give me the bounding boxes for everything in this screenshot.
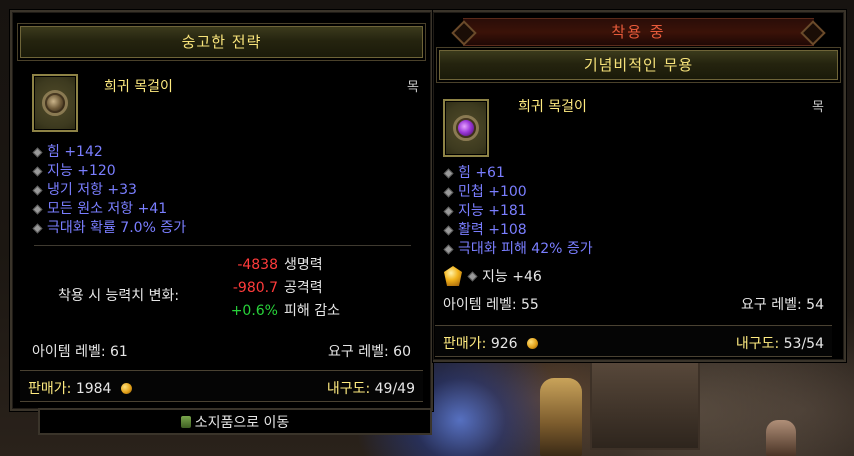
item-stats-list: 힘 +61 민첩 +100 지능 +181 활력 +108 극대화 피해 42%… (443, 164, 593, 259)
stat-line: 민첩 +100 (443, 183, 593, 202)
bullet-icon (32, 204, 43, 215)
topaz-gem-icon (444, 266, 462, 286)
equipped-label: 착용 중 (463, 18, 814, 46)
divider (34, 245, 411, 246)
world-character (540, 378, 582, 456)
tooltip-footer: 판매가: 926 내구도: 53/54 (435, 325, 832, 357)
necklace-icon (443, 99, 489, 157)
required-level: 요구 레벨: 54 (741, 297, 824, 313)
bullet-icon (32, 223, 43, 234)
stat-change-life: -4838 생명력 (237, 257, 323, 273)
item-title-header: 기념비적인 무용 (439, 50, 838, 80)
world-chest (590, 355, 700, 450)
stat-line: 활력 +108 (443, 221, 593, 240)
backpack-icon (180, 415, 191, 428)
sell-price: 판매가: 1984 (28, 378, 132, 398)
item-type-name: 희귀 목걸이 (104, 79, 173, 95)
item-slot: 목 (812, 100, 824, 115)
stat-line: 힘 +142 (32, 143, 186, 162)
stat-change-damage: -980.7 공격력 (232, 280, 323, 296)
bullet-icon (443, 187, 454, 198)
item-title-header: 숭고한 전략 (20, 26, 423, 58)
move-to-inventory-button[interactable]: 소지품으로 이동 (38, 408, 432, 435)
item-level: 아이템 레벨: 61 (32, 344, 128, 360)
bullet-icon (443, 206, 454, 217)
stat-line: 지능 +181 (443, 202, 593, 221)
world-npc (766, 420, 796, 456)
move-to-inventory-label: 소지품으로 이동 (194, 414, 290, 431)
stat-line: 힘 +61 (443, 164, 593, 183)
durability: 내구도: 53/54 (735, 336, 824, 352)
necklace-icon (32, 74, 78, 132)
stat-change-list: -4838 생명력 -980.7 공격력 +0.6% 피해 감소 (220, 254, 340, 323)
gold-coin-icon (527, 338, 538, 349)
item-tooltip-hovered: 숭고한 전략 희귀 목걸이 목 힘 +142 지능 +120 냉기 저항 +33… (10, 10, 433, 411)
item-stats-list: 힘 +142 지능 +120 냉기 저항 +33 모든 원소 저항 +41 극대… (32, 143, 186, 238)
durability: 내구도: 49/49 (326, 381, 415, 397)
socket-gem-row: 지능 +46 (443, 266, 542, 286)
item-tooltip-equipped: 착용 중 기념비적인 무용 희귀 목걸이 목 힘 +61 민첩 +100 지능 … (433, 10, 846, 362)
sell-price: 판매가: 926 (443, 333, 538, 353)
required-level: 요구 레벨: 60 (328, 344, 411, 360)
bullet-icon (443, 244, 454, 255)
stat-line: 극대화 피해 42% 증가 (443, 240, 593, 259)
tooltip-footer: 판매가: 1984 내구도: 49/49 (20, 370, 423, 402)
item-slot: 목 (407, 80, 419, 95)
stat-change-reduction: +0.6% 피해 감소 (230, 303, 340, 319)
stat-line: 냉기 저항 +33 (32, 181, 186, 200)
stat-line: 극대화 확률 7.0% 증가 (32, 219, 186, 238)
bullet-icon (443, 168, 454, 179)
stat-change-label: 착용 시 능력치 변화: (58, 288, 180, 304)
bullet-icon (32, 147, 43, 158)
stat-line: 모든 원소 저항 +41 (32, 200, 186, 219)
bullet-icon (32, 185, 43, 196)
bullet-icon (32, 166, 43, 177)
gold-coin-icon (120, 383, 132, 394)
stat-line: 지능 +120 (32, 162, 186, 181)
bullet-icon (467, 271, 478, 281)
item-level: 아이템 레벨: 55 (443, 297, 539, 313)
item-type-name: 희귀 목걸이 (518, 99, 587, 115)
bullet-icon (443, 225, 454, 236)
